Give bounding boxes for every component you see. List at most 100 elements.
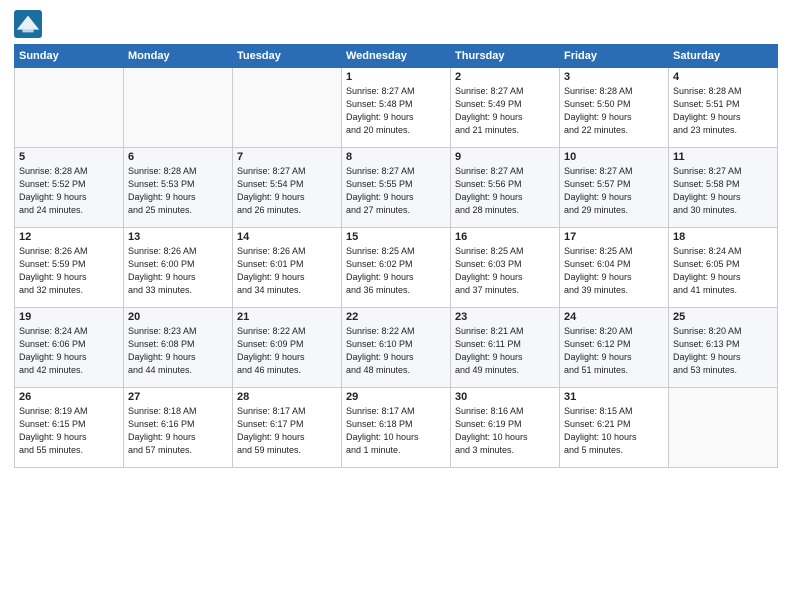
day-number: 25 (673, 311, 773, 323)
day-number: 9 (455, 151, 555, 163)
day-info: Sunrise: 8:27 AM Sunset: 5:48 PM Dayligh… (346, 85, 446, 137)
day-header-sunday: Sunday (15, 45, 124, 68)
day-info: Sunrise: 8:26 AM Sunset: 5:59 PM Dayligh… (19, 245, 119, 297)
day-info: Sunrise: 8:27 AM Sunset: 5:56 PM Dayligh… (455, 165, 555, 217)
day-number: 22 (346, 311, 446, 323)
day-info: Sunrise: 8:26 AM Sunset: 6:00 PM Dayligh… (128, 245, 228, 297)
day-number: 1 (346, 71, 446, 83)
day-info: Sunrise: 8:22 AM Sunset: 6:09 PM Dayligh… (237, 325, 337, 377)
logo (14, 10, 46, 38)
day-number: 2 (455, 71, 555, 83)
calendar-cell: 29 Sunrise: 8:17 AM Sunset: 6:18 PM Dayli… (342, 388, 451, 468)
calendar-cell: 17 Sunrise: 8:25 AM Sunset: 6:04 PM Dayli… (560, 228, 669, 308)
calendar-header-row: SundayMondayTuesdayWednesdayThursdayFrid… (15, 45, 778, 68)
day-header-monday: Monday (124, 45, 233, 68)
day-info: Sunrise: 8:28 AM Sunset: 5:52 PM Dayligh… (19, 165, 119, 217)
calendar-cell: 15Sunrise: 8:25 AM Sunset: 6:02 PM Dayli… (342, 228, 451, 308)
day-info: Sunrise: 8:24 AM Sunset: 6:05 PM Dayligh… (673, 245, 773, 297)
calendar-cell (669, 388, 778, 468)
calendar-week-row: 12 Sunrise: 8:26 AM Sunset: 5:59 PM Dayli… (15, 228, 778, 308)
calendar-cell: 6 Sunrise: 8:28 AM Sunset: 5:53 PM Daylig… (124, 148, 233, 228)
day-info: Sunrise: 8:24 AM Sunset: 6:06 PM Dayligh… (19, 325, 119, 377)
day-number: 19 (19, 311, 119, 323)
calendar-week-row: 1 Sunrise: 8:27 AM Sunset: 5:48 PM Daylig… (15, 68, 778, 148)
calendar-cell: 31 Sunrise: 8:15 AM Sunset: 6:21 PM Dayli… (560, 388, 669, 468)
day-info: Sunrise: 8:18 AM Sunset: 6:16 PM Dayligh… (128, 405, 228, 457)
calendar-cell: 3 Sunrise: 8:28 AM Sunset: 5:50 PM Daylig… (560, 68, 669, 148)
calendar-week-row: 19 Sunrise: 8:24 AM Sunset: 6:06 PM Dayli… (15, 308, 778, 388)
day-info: Sunrise: 8:27 AM Sunset: 5:55 PM Dayligh… (346, 165, 446, 217)
calendar-week-row: 5 Sunrise: 8:28 AM Sunset: 5:52 PM Daylig… (15, 148, 778, 228)
day-number: 16 (455, 231, 555, 243)
day-info: Sunrise: 8:27 AM Sunset: 5:49 PM Dayligh… (455, 85, 555, 137)
logo-icon (14, 10, 42, 38)
day-info: Sunrise: 8:17 AM Sunset: 6:18 PM Dayligh… (346, 405, 446, 457)
day-info: Sunrise: 8:21 AM Sunset: 6:11 PM Dayligh… (455, 325, 555, 377)
day-info: Sunrise: 8:23 AM Sunset: 6:08 PM Dayligh… (128, 325, 228, 377)
day-info: Sunrise: 8:25 AM Sunset: 6:03 PM Dayligh… (455, 245, 555, 297)
day-number: 8 (346, 151, 446, 163)
calendar-cell (124, 68, 233, 148)
day-number: 4 (673, 71, 773, 83)
day-info: Sunrise: 8:19 AM Sunset: 6:15 PM Dayligh… (19, 405, 119, 457)
day-number: 21 (237, 311, 337, 323)
calendar-cell: 27 Sunrise: 8:18 AM Sunset: 6:16 PM Dayli… (124, 388, 233, 468)
calendar-cell: 9 Sunrise: 8:27 AM Sunset: 5:56 PM Daylig… (451, 148, 560, 228)
calendar-cell: 7Sunrise: 8:27 AM Sunset: 5:54 PM Daylig… (233, 148, 342, 228)
calendar-cell: 14Sunrise: 8:26 AM Sunset: 6:01 PM Dayli… (233, 228, 342, 308)
day-info: Sunrise: 8:25 AM Sunset: 6:04 PM Dayligh… (564, 245, 664, 297)
calendar-cell: 19 Sunrise: 8:24 AM Sunset: 6:06 PM Dayli… (15, 308, 124, 388)
day-number: 27 (128, 391, 228, 403)
day-number: 17 (564, 231, 664, 243)
calendar-cell: 23 Sunrise: 8:21 AM Sunset: 6:11 PM Dayli… (451, 308, 560, 388)
calendar-cell: 2 Sunrise: 8:27 AM Sunset: 5:49 PM Daylig… (451, 68, 560, 148)
day-number: 23 (455, 311, 555, 323)
day-info: Sunrise: 8:28 AM Sunset: 5:50 PM Dayligh… (564, 85, 664, 137)
day-number: 20 (128, 311, 228, 323)
calendar-cell: 18Sunrise: 8:24 AM Sunset: 6:05 PM Dayli… (669, 228, 778, 308)
calendar-page: SundayMondayTuesdayWednesdayThursdayFrid… (0, 0, 792, 612)
calendar-cell: 25 Sunrise: 8:20 AM Sunset: 6:13 PM Dayli… (669, 308, 778, 388)
day-number: 10 (564, 151, 664, 163)
calendar-cell: 21 Sunrise: 8:22 AM Sunset: 6:09 PM Dayli… (233, 308, 342, 388)
day-info: Sunrise: 8:20 AM Sunset: 6:12 PM Dayligh… (564, 325, 664, 377)
day-info: Sunrise: 8:28 AM Sunset: 5:53 PM Dayligh… (128, 165, 228, 217)
calendar-cell: 24 Sunrise: 8:20 AM Sunset: 6:12 PM Dayli… (560, 308, 669, 388)
calendar-cell: 4Sunrise: 8:28 AM Sunset: 5:51 PM Daylig… (669, 68, 778, 148)
day-header-saturday: Saturday (669, 45, 778, 68)
calendar-cell: 1 Sunrise: 8:27 AM Sunset: 5:48 PM Daylig… (342, 68, 451, 148)
day-info: Sunrise: 8:17 AM Sunset: 6:17 PM Dayligh… (237, 405, 337, 457)
calendar-cell: 12 Sunrise: 8:26 AM Sunset: 5:59 PM Dayli… (15, 228, 124, 308)
day-info: Sunrise: 8:27 AM Sunset: 5:57 PM Dayligh… (564, 165, 664, 217)
calendar-cell: 30Sunrise: 8:16 AM Sunset: 6:19 PM Dayli… (451, 388, 560, 468)
day-info: Sunrise: 8:20 AM Sunset: 6:13 PM Dayligh… (673, 325, 773, 377)
day-header-thursday: Thursday (451, 45, 560, 68)
calendar-cell (15, 68, 124, 148)
calendar-cell: 28Sunrise: 8:17 AM Sunset: 6:17 PM Dayli… (233, 388, 342, 468)
day-number: 13 (128, 231, 228, 243)
day-number: 12 (19, 231, 119, 243)
day-info: Sunrise: 8:15 AM Sunset: 6:21 PM Dayligh… (564, 405, 664, 457)
day-number: 3 (564, 71, 664, 83)
calendar-cell: 8 Sunrise: 8:27 AM Sunset: 5:55 PM Daylig… (342, 148, 451, 228)
day-info: Sunrise: 8:27 AM Sunset: 5:58 PM Dayligh… (673, 165, 773, 217)
day-number: 31 (564, 391, 664, 403)
calendar-cell: 5 Sunrise: 8:28 AM Sunset: 5:52 PM Daylig… (15, 148, 124, 228)
calendar-cell: 20 Sunrise: 8:23 AM Sunset: 6:08 PM Dayli… (124, 308, 233, 388)
day-number: 26 (19, 391, 119, 403)
day-info: Sunrise: 8:25 AM Sunset: 6:02 PM Dayligh… (346, 245, 446, 297)
day-number: 6 (128, 151, 228, 163)
calendar-week-row: 26 Sunrise: 8:19 AM Sunset: 6:15 PM Dayli… (15, 388, 778, 468)
day-info: Sunrise: 8:16 AM Sunset: 6:19 PM Dayligh… (455, 405, 555, 457)
day-number: 24 (564, 311, 664, 323)
day-number: 29 (346, 391, 446, 403)
page-header (14, 10, 778, 38)
calendar-cell: 16 Sunrise: 8:25 AM Sunset: 6:03 PM Dayli… (451, 228, 560, 308)
day-number: 5 (19, 151, 119, 163)
day-header-friday: Friday (560, 45, 669, 68)
day-info: Sunrise: 8:22 AM Sunset: 6:10 PM Dayligh… (346, 325, 446, 377)
day-number: 11 (673, 151, 773, 163)
calendar-cell: 26 Sunrise: 8:19 AM Sunset: 6:15 PM Dayli… (15, 388, 124, 468)
calendar-cell: 11 Sunrise: 8:27 AM Sunset: 5:58 PM Dayli… (669, 148, 778, 228)
calendar-cell: 10 Sunrise: 8:27 AM Sunset: 5:57 PM Dayli… (560, 148, 669, 228)
